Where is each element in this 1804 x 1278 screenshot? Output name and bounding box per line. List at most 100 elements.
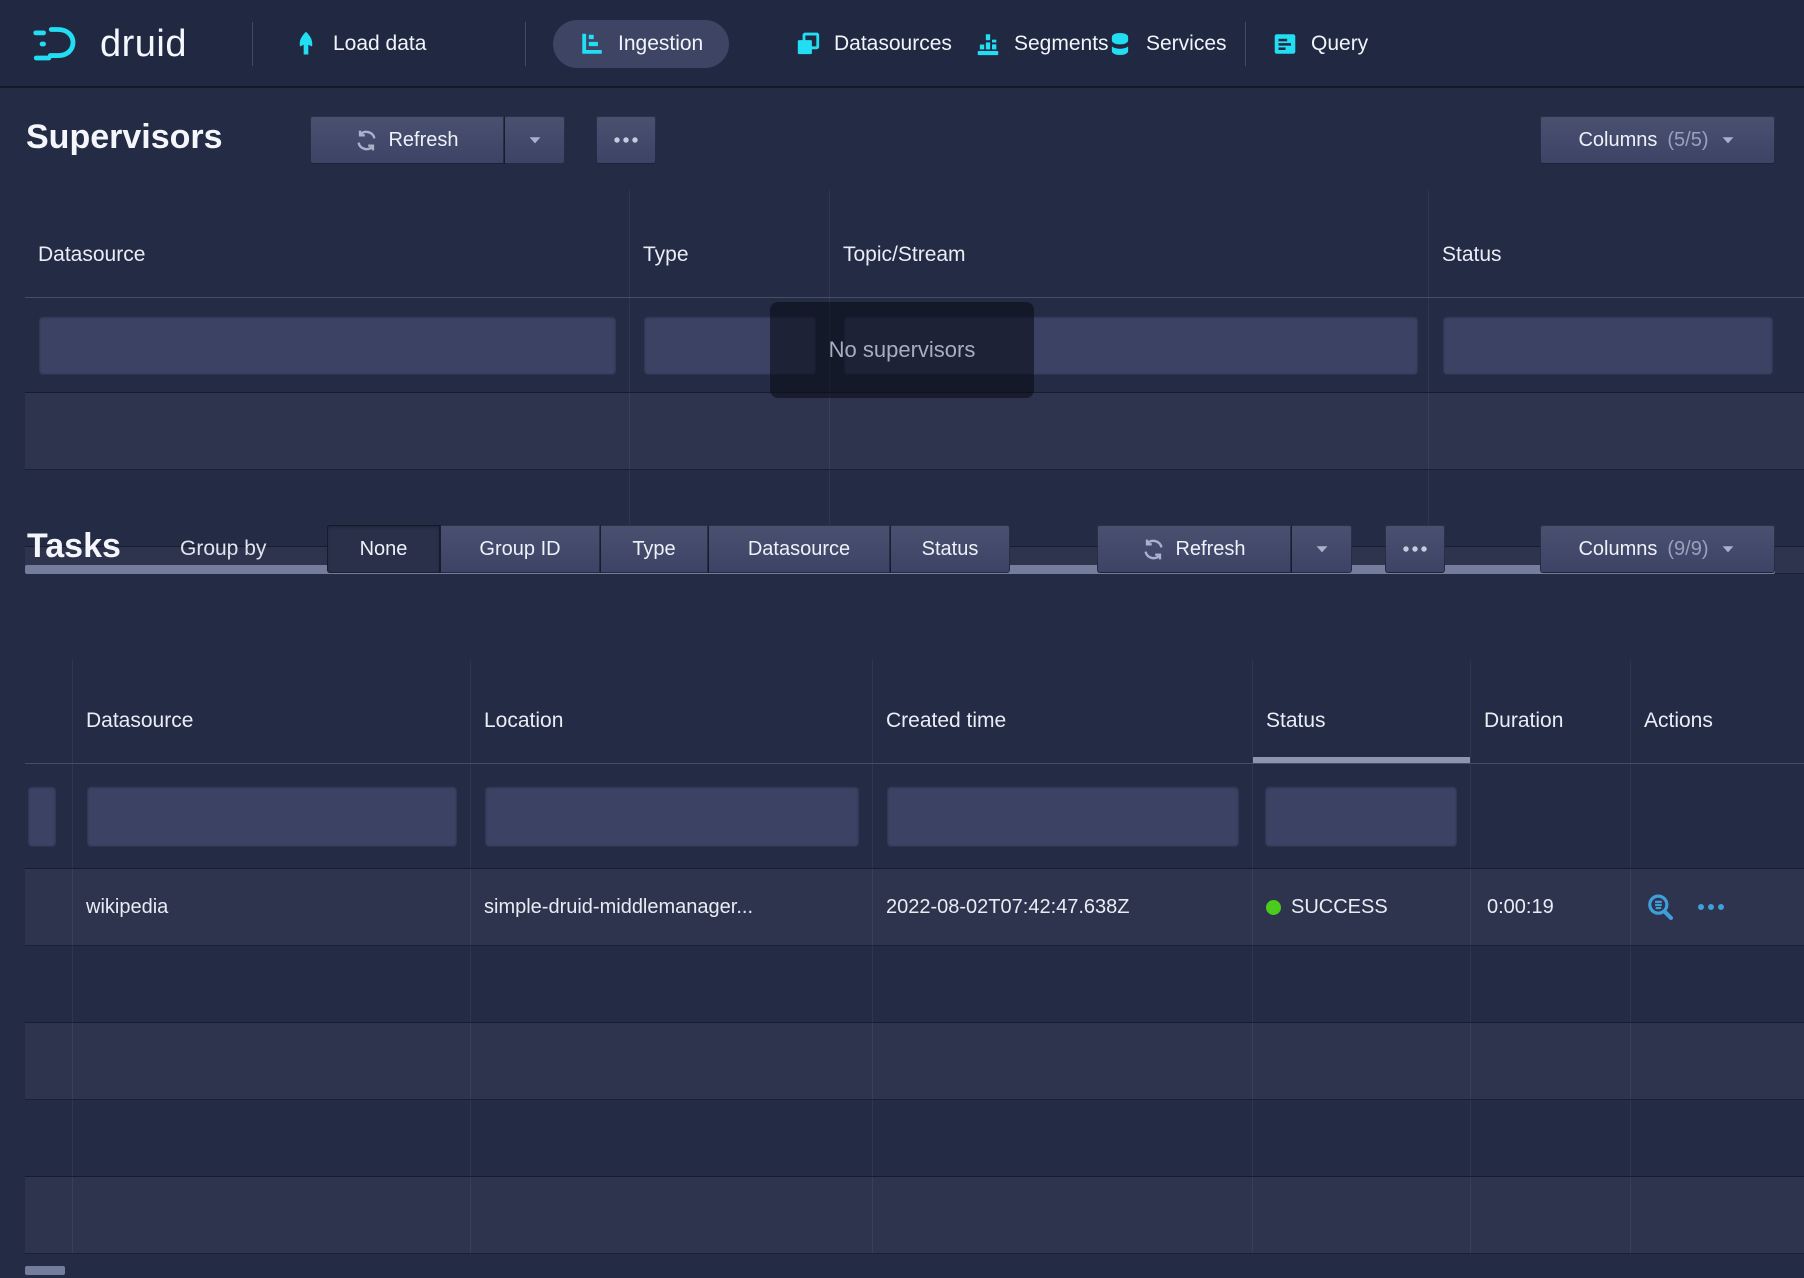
- nav-item-ingestion[interactable]: Ingestion: [553, 20, 729, 68]
- refresh-label: Refresh: [1175, 538, 1245, 561]
- tasks-horizontal-scrollbar[interactable]: [25, 1266, 65, 1275]
- column-header-location[interactable]: Location: [471, 660, 873, 763]
- sort-indicator: [1253, 757, 1470, 763]
- nav-item-load-data[interactable]: Load data: [292, 0, 426, 88]
- no-supervisors-overlay: No supervisors: [770, 302, 1034, 398]
- refresh-icon: [1142, 538, 1165, 561]
- refresh-button[interactable]: Refresh: [310, 116, 504, 164]
- top-nav: druid Load data Ingestion Datasources: [0, 0, 1804, 88]
- tasks-table: Datasource Location Created time Status …: [25, 660, 1804, 1254]
- task-created-time: 2022-08-02T07:42:47.638Z: [873, 869, 1253, 945]
- supervisors-more-button[interactable]: [596, 116, 656, 164]
- group-by-status-button[interactable]: Status: [890, 525, 1010, 573]
- column-header-partial[interactable]: [25, 660, 73, 763]
- supervisors-title: Supervisors: [26, 118, 223, 157]
- task-datasource: wikipedia: [73, 869, 471, 945]
- more-dots-icon: [1402, 545, 1428, 553]
- layers-icon: [795, 31, 821, 57]
- columns-count: (5/5): [1667, 129, 1708, 152]
- caret-down-icon: [1719, 540, 1737, 558]
- table-row: [25, 1023, 1804, 1100]
- druid-logo[interactable]: druid: [30, 0, 187, 88]
- status-text: SUCCESS: [1291, 896, 1388, 919]
- location-filter-input[interactable]: [485, 786, 859, 846]
- nav-item-services[interactable]: Services: [1107, 0, 1227, 88]
- task-status: SUCCESS: [1253, 869, 1471, 945]
- nav-label: Services: [1146, 32, 1227, 56]
- gantt-chart-icon: [579, 31, 605, 57]
- query-document-icon: [1272, 31, 1298, 57]
- nav-divider: [525, 22, 526, 66]
- task-more-actions-icon[interactable]: [1696, 902, 1726, 912]
- refresh-label: Refresh: [388, 129, 458, 152]
- columns-label: Columns: [1578, 538, 1657, 561]
- datasource-filter-input[interactable]: [39, 316, 616, 374]
- tasks-columns-button[interactable]: Columns (9/9): [1540, 525, 1775, 573]
- columns-count: (9/9): [1667, 538, 1708, 561]
- tasks-refresh-split: Refresh: [1097, 525, 1352, 573]
- caret-down-icon: [1313, 540, 1331, 558]
- table-row: [25, 393, 1804, 470]
- caret-down-icon: [526, 131, 544, 149]
- status-filter-input[interactable]: [1265, 786, 1457, 846]
- nav-label: Load data: [333, 32, 426, 56]
- nav-label: Segments: [1014, 32, 1109, 56]
- task-location: simple-druid-middlemanager...: [471, 869, 873, 945]
- datasource-filter-input[interactable]: [87, 786, 457, 846]
- refresh-icon: [355, 129, 378, 152]
- tasks-title: Tasks: [27, 527, 121, 566]
- group-by-button-group: None Group ID Type Datasource Status: [327, 525, 1010, 573]
- table-row: [25, 1100, 1804, 1177]
- nav-item-query[interactable]: Query: [1272, 0, 1368, 88]
- supervisors-refresh-split: Refresh: [310, 116, 565, 164]
- column-header-created-time[interactable]: Created time: [873, 660, 1253, 763]
- tasks-filter-row: [25, 764, 1804, 869]
- column-header-topic-stream[interactable]: Topic/Stream: [830, 190, 1429, 297]
- bar-chart-icon: [975, 31, 1001, 57]
- brand-text: druid: [100, 23, 187, 66]
- upload-icon: [292, 30, 320, 58]
- status-filter-input[interactable]: [1443, 316, 1773, 374]
- group-by-datasource-button[interactable]: Datasource: [708, 525, 890, 573]
- column-header-type[interactable]: Type: [630, 190, 830, 297]
- tasks-more-button[interactable]: [1385, 525, 1445, 573]
- druid-console: druid Load data Ingestion Datasources: [0, 0, 1804, 1278]
- refresh-interval-caret-button[interactable]: [504, 116, 565, 164]
- nav-item-datasources[interactable]: Datasources: [795, 0, 952, 88]
- column-header-datasource[interactable]: Datasource: [25, 190, 630, 297]
- column-header-status[interactable]: Status: [1429, 190, 1804, 297]
- task-duration: 0:00:19: [1471, 869, 1631, 945]
- table-row: [25, 1177, 1804, 1254]
- nav-divider: [252, 22, 253, 66]
- group-by-label: Group by: [180, 537, 266, 561]
- refresh-button[interactable]: Refresh: [1097, 525, 1291, 573]
- task-actions: [1631, 869, 1804, 945]
- group-by-group-id-button[interactable]: Group ID: [440, 525, 600, 573]
- supervisors-header-row: Datasource Type Topic/Stream Status: [25, 190, 1804, 298]
- created-time-filter-input[interactable]: [887, 786, 1239, 846]
- group-by-none-button[interactable]: None: [327, 525, 440, 573]
- column-header-duration[interactable]: Duration: [1471, 660, 1631, 763]
- supervisors-columns-button[interactable]: Columns (5/5): [1540, 116, 1775, 164]
- nav-item-segments[interactable]: Segments: [975, 0, 1109, 88]
- no-supervisors-message: No supervisors: [829, 337, 976, 363]
- refresh-interval-caret-button[interactable]: [1291, 525, 1352, 573]
- tasks-header-row: Datasource Location Created time Status …: [25, 660, 1804, 764]
- nav-divider: [1245, 22, 1246, 66]
- nav-label: Datasources: [834, 32, 952, 56]
- caret-down-icon: [1719, 131, 1737, 149]
- group-by-type-button[interactable]: Type: [600, 525, 708, 573]
- table-row: [25, 946, 1804, 1023]
- task-detail-magnifier-icon[interactable]: [1645, 892, 1676, 923]
- task-row-wikipedia[interactable]: wikipedia simple-druid-middlemanager... …: [25, 869, 1804, 946]
- druid-logo-icon: [30, 22, 88, 66]
- more-dots-icon: [613, 136, 639, 144]
- column-header-datasource[interactable]: Datasource: [73, 660, 471, 763]
- database-icon: [1107, 31, 1133, 57]
- task-id-filter-input[interactable]: [28, 786, 56, 846]
- column-header-actions[interactable]: Actions: [1631, 660, 1804, 763]
- nav-label: Query: [1311, 32, 1368, 56]
- column-header-status[interactable]: Status: [1253, 660, 1471, 763]
- status-success-dot: [1266, 900, 1281, 915]
- nav-label: Ingestion: [618, 32, 703, 56]
